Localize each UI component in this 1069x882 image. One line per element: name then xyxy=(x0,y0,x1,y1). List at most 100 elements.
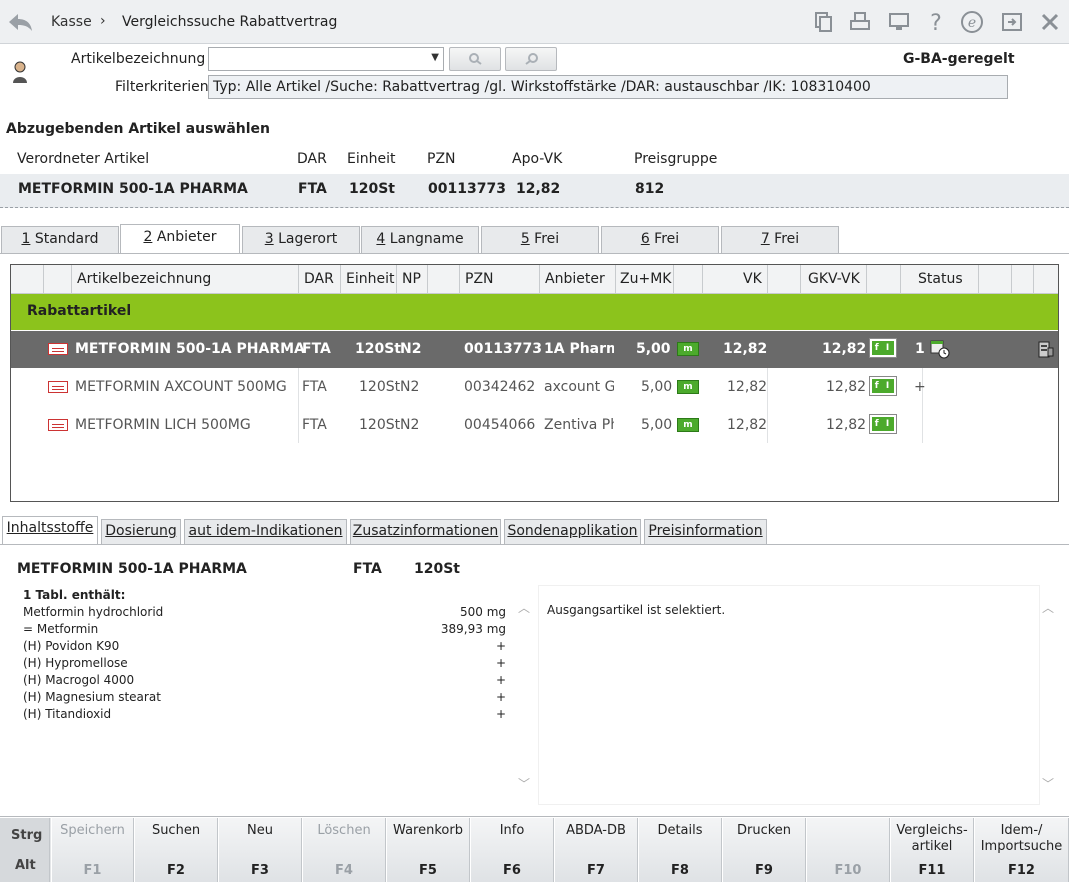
f9-drucken-button[interactable]: Drucken F9 xyxy=(722,818,806,882)
f7-abda-db-button[interactable]: ABDA-DB F7 xyxy=(554,818,638,882)
rabatt-group-band xyxy=(11,294,1058,330)
grid-col-vk[interactable]: VK xyxy=(743,271,762,287)
monitor-icon[interactable] xyxy=(887,10,911,34)
grid-col-pzn[interactable]: PZN xyxy=(465,271,494,287)
tab-divider xyxy=(0,253,1069,254)
col-pzn: PZN xyxy=(427,151,456,167)
m-badge: m xyxy=(677,380,699,394)
f12-idem-importsuche-button[interactable]: Idem-/ Importsuche F12 xyxy=(974,818,1069,882)
grid-separator xyxy=(396,265,397,294)
tab-dosierung[interactable]: Dosierung xyxy=(101,519,181,544)
tab-standard[interactable]: 1 Standard xyxy=(1,226,119,253)
fkey-code: F8 xyxy=(671,863,689,878)
col-preisgruppe: Preisgruppe xyxy=(634,151,718,167)
detail-einheit: 120St xyxy=(414,561,460,577)
help-icon[interactable]: ? xyxy=(924,10,948,34)
f1-speichern-button[interactable]: Speichern F1 xyxy=(51,818,134,882)
row-zumk: 5,00 xyxy=(641,379,673,395)
fi-label: f I xyxy=(872,379,894,393)
grid-separator xyxy=(673,265,674,294)
scroll-up-icon[interactable]: ︿ xyxy=(1042,599,1054,616)
col-dar: DAR xyxy=(297,151,327,167)
grid-separator xyxy=(900,265,901,294)
copy-document-icon[interactable] xyxy=(811,10,835,34)
close-icon[interactable] xyxy=(1038,10,1062,34)
grid-separator xyxy=(767,265,768,294)
fkey-label: Info xyxy=(499,823,525,838)
tab-langname[interactable]: 4 Langname xyxy=(361,226,479,253)
tab-sondenapplikation[interactable]: Sondenapplikation xyxy=(504,519,641,544)
row-einheit: 120St xyxy=(359,379,401,395)
row-pzn: 00342462 xyxy=(464,379,536,395)
breadcrumb-separator: › xyxy=(100,13,106,29)
fi-badge[interactable]: f I xyxy=(869,338,897,358)
note-panel[interactable] xyxy=(538,585,1040,805)
fkey-label: Neu xyxy=(247,823,273,838)
article-type-icon xyxy=(48,419,68,431)
chevron-down-icon[interactable]: ▼ xyxy=(431,52,439,63)
grid-col-zumk[interactable]: Zu+MK xyxy=(620,271,671,287)
detail-dar: FTA xyxy=(353,561,382,577)
grid-col-dar[interactable]: DAR xyxy=(304,271,334,287)
filter-criteria-field[interactable]: Typ: Alle Artikel /Suche: Rabattvertrag … xyxy=(208,75,1008,99)
tab-label: Standard xyxy=(30,231,99,247)
tab-zusatzinformationen[interactable]: Zusatzinformationen xyxy=(350,519,501,544)
back-arrow-icon[interactable] xyxy=(6,10,34,34)
f3-neu-button[interactable]: Neu F3 xyxy=(218,818,302,882)
row-anbieter: axcount Ge xyxy=(544,379,614,395)
tab-frei-6[interactable]: 6 Frei xyxy=(601,226,719,253)
fkey-label: ABDA-DB xyxy=(566,823,626,838)
fi-badge[interactable]: f I xyxy=(869,414,897,434)
tab-preisinformation[interactable]: Preisinformation xyxy=(644,519,767,544)
f4-loeschen-button[interactable]: Löschen F4 xyxy=(302,818,386,882)
fkey-label: Details xyxy=(657,823,703,838)
grid-separator xyxy=(978,265,979,294)
tab-key: 5 xyxy=(520,231,530,247)
f6-info-button[interactable]: Info F6 xyxy=(470,818,554,882)
grid-col-np[interactable]: NP xyxy=(402,271,421,287)
scroll-up-icon[interactable]: ︿ xyxy=(518,599,530,616)
scroll-down-icon[interactable]: ﹀ xyxy=(1042,775,1054,792)
tab-lagerort[interactable]: 3 Lagerort xyxy=(242,226,360,253)
grid-separator xyxy=(702,265,703,294)
detail-artikel: METFORMIN 500-1A PHARMA xyxy=(17,561,247,577)
window-switch-icon[interactable] xyxy=(1000,10,1024,34)
grid-col-gkv-vk[interactable]: GKV-VK xyxy=(808,271,860,287)
f11-vergleichsartikel-button[interactable]: Vergleichs- artikel F11 xyxy=(890,818,974,882)
fkey-code: F7 xyxy=(587,863,605,878)
advanced-search-button[interactable] xyxy=(505,47,557,71)
fi-badge[interactable]: f I xyxy=(869,376,897,396)
grid-col-anbieter[interactable]: Anbieter xyxy=(545,271,605,287)
tab-anbieter[interactable]: 2 Anbieter xyxy=(120,224,240,254)
ingredient-value: + xyxy=(495,707,506,721)
f8-details-button[interactable]: Details F8 xyxy=(638,818,722,882)
svg-text:?: ? xyxy=(930,11,942,34)
m-badge: m xyxy=(677,342,699,356)
tab-aut-idem[interactable]: aut idem-Indikationen xyxy=(184,519,347,544)
breadcrumb-kasse[interactable]: Kasse xyxy=(51,14,92,30)
fkey-label: Warenkorb xyxy=(393,823,463,838)
f10-button[interactable]: F10 xyxy=(806,818,890,882)
grid-col-artikel[interactable]: Artikelbezeichnung xyxy=(77,271,211,287)
grid-col-einheit[interactable]: Einheit xyxy=(346,271,394,287)
printer-icon[interactable] xyxy=(848,10,872,34)
tab-frei-5[interactable]: 5 Frei xyxy=(481,226,599,253)
e-info-icon[interactable]: e xyxy=(960,10,984,34)
artikel-search-combobox[interactable]: ▼ xyxy=(208,47,444,71)
grid-separator xyxy=(43,265,44,294)
fkey-code: F3 xyxy=(251,863,269,878)
scroll-down-icon[interactable]: ﹀ xyxy=(518,775,530,792)
tab-frei-7[interactable]: 7 Frei xyxy=(721,226,839,253)
ingredient-value: + xyxy=(495,639,506,653)
row-gkv-vk: 12,82 xyxy=(826,379,867,395)
search-button[interactable] xyxy=(449,47,501,71)
alt-label: Alt xyxy=(15,858,36,873)
fkey-code: F11 xyxy=(918,863,946,878)
row-artikel: METFORMIN AXCOUNT 500MG xyxy=(75,379,287,395)
tab-inhaltsstoffe[interactable]: Inhaltsstoffe xyxy=(2,516,98,545)
fkey-code: F12 xyxy=(1008,863,1035,878)
grid-separator xyxy=(800,265,801,294)
f5-warenkorb-button[interactable]: Warenkorb F5 xyxy=(386,818,470,882)
f2-suchen-button[interactable]: Suchen F2 xyxy=(134,818,218,882)
grid-col-status[interactable]: Status xyxy=(918,271,963,287)
